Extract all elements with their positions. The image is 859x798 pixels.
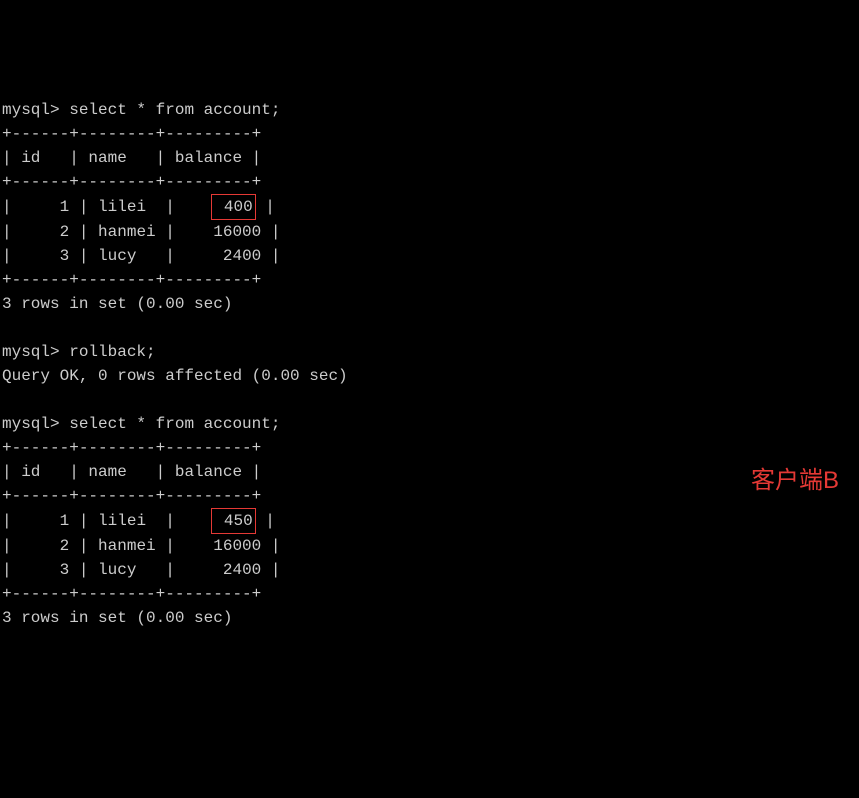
cell-name: hanmei [88,220,165,244]
highlighted-balance: 450 [211,508,255,534]
cell-id: 1 [12,195,70,219]
cell-name: lucy [88,244,165,268]
column-header-name: name [79,460,156,484]
result-summary: 3 rows in set (0.00 sec) [2,609,232,627]
result-summary: Query OK, 0 rows affected (0.00 sec) [2,367,348,385]
cell-id: 3 [12,244,70,268]
sql-command: select * from account; [69,101,280,119]
table-border: +------+--------+---------+ [2,173,261,191]
cell-name: lilei [88,509,165,533]
table-border: +------+--------+---------+ [2,271,261,289]
table-border: +------+--------+---------+ [2,487,261,505]
cell-name: lucy [88,558,165,582]
sql-command: select * from account; [69,415,280,433]
column-header-balance: balance [165,460,251,484]
table-border: +------+--------+---------+ [2,125,261,143]
cell-id: 1 [12,509,70,533]
column-header-id: id [12,460,70,484]
column-header-balance: balance [165,146,251,170]
table-border: +------+--------+---------+ [2,585,261,603]
sql-command: rollback; [69,343,155,361]
mysql-prompt: mysql> select * from account; [2,101,280,119]
cell-name: hanmei [88,534,165,558]
cell-balance: 2400 [175,244,261,268]
cell-id: 2 [12,534,70,558]
column-header-name: name [79,146,156,170]
mysql-prompt: mysql> rollback; [2,343,156,361]
cell-id: 3 [12,558,70,582]
terminal-output: mysql> select * from account; +------+--… [2,98,857,630]
result-summary: 3 rows in set (0.00 sec) [2,295,232,313]
table-border: +------+--------+---------+ [2,439,261,457]
highlighted-balance: 400 [211,194,255,220]
client-label: 客户端B [751,463,839,499]
cell-balance: 16000 [175,534,261,558]
column-header-id: id [12,146,70,170]
cell-balance: 16000 [175,220,261,244]
cell-id: 2 [12,220,70,244]
mysql-prompt: mysql> select * from account; [2,415,280,433]
cell-balance: 2400 [175,558,261,582]
cell-name: lilei [88,195,165,219]
